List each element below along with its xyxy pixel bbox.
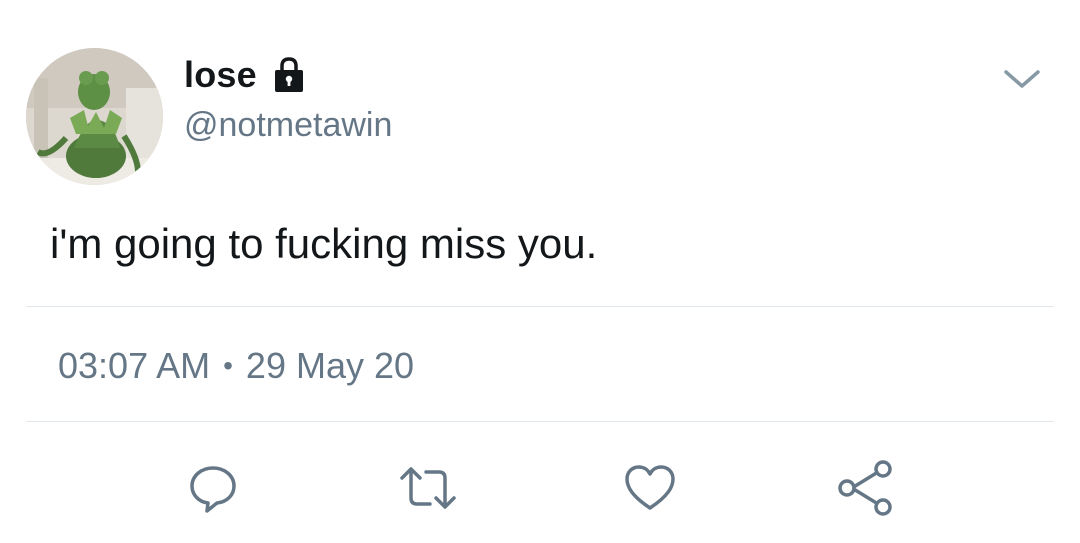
tweet-card: lose @notmetawin i'm going to fucking mi… (0, 0, 1080, 543)
lock-icon (273, 56, 305, 99)
action-bar (0, 458, 1080, 518)
divider (26, 306, 1054, 307)
heart-icon (625, 465, 675, 510)
chevron-down-icon[interactable] (1002, 64, 1042, 94)
author-name-row: lose (184, 52, 305, 98)
retweet-icon (400, 467, 456, 509)
kermit-avatar-image (26, 48, 163, 185)
retweet-button[interactable] (398, 458, 458, 518)
avatar[interactable] (26, 48, 163, 185)
tweet-text: i'm going to fucking miss you. (50, 220, 598, 267)
tweet-date: 29 May 20 (245, 345, 415, 386)
author-handle[interactable]: @notmetawin (184, 106, 392, 145)
tweet-timestamp[interactable]: 03:07 AM • 29 May 20 (58, 345, 414, 387)
tweet-time: 03:07 AM (58, 345, 211, 386)
display-name[interactable]: lose (184, 54, 257, 96)
reply-button[interactable] (183, 458, 243, 518)
share-icon (838, 460, 892, 516)
share-button[interactable] (836, 458, 896, 518)
like-button[interactable] (620, 458, 680, 518)
separator-dot: • (223, 350, 233, 381)
reply-icon (190, 466, 236, 513)
divider (26, 421, 1054, 422)
